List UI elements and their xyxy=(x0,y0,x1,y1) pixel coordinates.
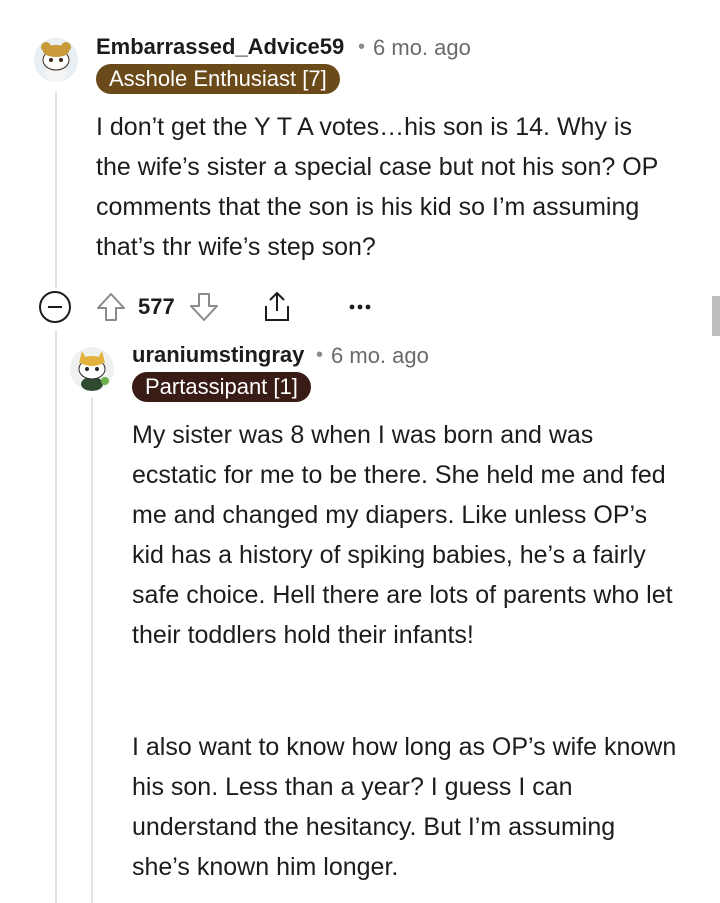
avatar[interactable] xyxy=(70,347,114,391)
comment-timestamp: 6 mo. ago xyxy=(373,35,471,60)
snoo-avatar-icon xyxy=(41,42,71,82)
share-icon xyxy=(264,292,289,321)
comment-timestamp: 6 mo. ago xyxy=(331,343,429,368)
avatar[interactable] xyxy=(34,38,78,82)
scrollbar-thumb[interactable] xyxy=(712,296,720,336)
downvote-arrow-icon xyxy=(189,293,218,321)
upvote-button[interactable] xyxy=(94,290,128,324)
user-flair: Partassipant [1] xyxy=(132,372,311,402)
comment-meta: • 6 mo. ago xyxy=(306,343,429,369)
collapse-minus-icon xyxy=(39,291,71,323)
collapse-thread-button[interactable] xyxy=(38,290,72,324)
separator-dot-icon: • xyxy=(316,344,324,366)
snoo-avatar-icon xyxy=(78,351,109,391)
more-options-icon xyxy=(349,304,371,310)
separator-dot-icon: • xyxy=(358,36,366,58)
flair-label: Asshole Enthusiast [7] xyxy=(109,66,327,91)
flair-label: Partassipant [1] xyxy=(145,374,298,399)
share-button[interactable] xyxy=(259,289,295,325)
comment-body-paragraph: My sister was 8 when I was born and was … xyxy=(132,421,673,649)
comment-author[interactable]: uraniumstingray xyxy=(132,342,304,368)
thread-line-level-1[interactable] xyxy=(55,92,57,288)
vote-score: 577 xyxy=(138,294,175,319)
thread-line-level-2[interactable] xyxy=(91,398,93,903)
comment-actions: 577 xyxy=(38,288,375,326)
comment-meta: • 6 mo. ago xyxy=(348,35,471,61)
user-flair: Asshole Enthusiast [7] xyxy=(96,64,340,94)
more-options-button[interactable] xyxy=(345,292,375,322)
comment-author[interactable]: Embarrassed_Advice59 xyxy=(96,34,344,60)
comment-body: I don’t get the Y T A votes…his son is 1… xyxy=(96,113,658,261)
comment-body-paragraph: I also want to know how long as OP’s wif… xyxy=(132,733,677,881)
upvote-arrow-icon xyxy=(97,293,125,321)
downvote-button[interactable] xyxy=(187,290,221,324)
thread-line-level-1-lower[interactable] xyxy=(55,330,57,903)
